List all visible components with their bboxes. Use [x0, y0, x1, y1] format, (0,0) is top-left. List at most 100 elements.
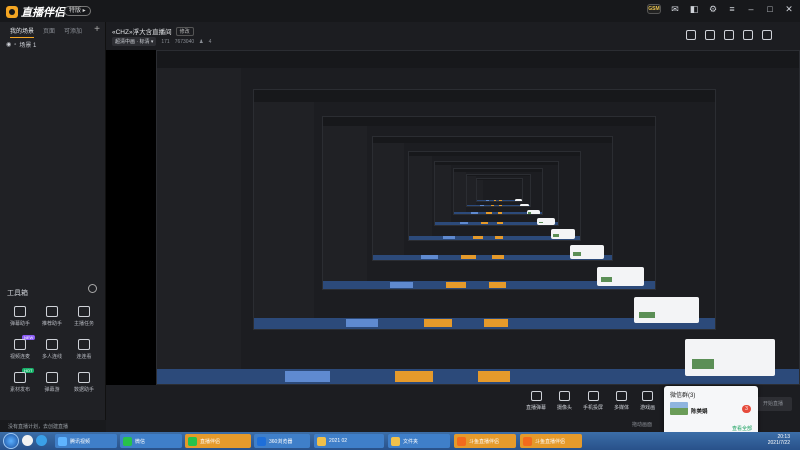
add-scene-icon[interactable]: +	[94, 24, 100, 35]
scene-item[interactable]: ◉ ▫ 场景 1	[6, 40, 36, 50]
toolbox-settings-icon[interactable]	[88, 284, 97, 293]
action-camera[interactable]: 摄像头	[557, 391, 572, 411]
browser-icon[interactable]	[22, 435, 33, 446]
lock-icon[interactable]	[705, 30, 715, 40]
home-icon[interactable]	[743, 30, 753, 40]
mirrored-scene-panel	[323, 125, 367, 283]
live-companion-icon	[188, 436, 197, 446]
task-live-companion[interactable]: 直播伴侣	[185, 434, 251, 448]
action-label: 多媒体	[614, 405, 630, 411]
live-actions: 直播弹幕 摄像头 手机投屏 多媒体 游戏画	[526, 391, 655, 411]
tool-task[interactable]: 主播任务	[68, 306, 100, 327]
tool-recommend[interactable]: 推荐助手	[36, 306, 68, 327]
tab-pages[interactable]: 页面	[43, 26, 55, 38]
share-icon[interactable]	[762, 30, 772, 40]
task-wechat[interactable]: 微信	[120, 434, 182, 448]
mirrored-task	[461, 255, 476, 260]
mirrored-notification	[551, 229, 576, 239]
view-all-link[interactable]: 查看全部	[732, 425, 752, 432]
task-label: 腾讯视频	[70, 438, 91, 445]
tool-barrage[interactable]: 弹幕助手	[4, 306, 36, 327]
live-plan-hint[interactable]: 没有直播计划，去创建直播	[0, 420, 106, 432]
folder-icon	[317, 436, 326, 446]
task-tencent-video[interactable]: 腾讯视频	[55, 434, 117, 448]
tool-barrage-game[interactable]: 弹幕游	[36, 372, 68, 393]
tab-my-scenes[interactable]: 我的场景	[10, 26, 35, 38]
action-phone-cast[interactable]: 手机投屏	[583, 391, 603, 411]
tool-label: 弹幕游	[44, 387, 60, 393]
mirrored-notification	[633, 296, 699, 324]
tool-label: 主播任务	[73, 321, 94, 327]
mirrored-task	[345, 319, 379, 328]
mirrored-task	[490, 205, 495, 207]
quality-select[interactable]: 超清中画 · 标清 ▾	[112, 37, 157, 46]
viewer-icon: ♟	[199, 38, 204, 45]
eye-icon[interactable]: ◉	[6, 41, 11, 48]
header-actions	[686, 30, 772, 40]
clock-date: 2021/7/22	[767, 440, 790, 446]
tool-video-link[interactable]: NEW 视频连麦	[4, 335, 36, 360]
barrage-icon	[530, 391, 542, 401]
system-clock[interactable]: 20:13 2021/7/22	[768, 434, 790, 446]
skin-icon[interactable]: ◧	[689, 4, 699, 14]
record-icon[interactable]	[724, 30, 734, 40]
mirrored-task	[478, 371, 511, 382]
mirrored-scene-panel	[253, 101, 314, 319]
app-logo: 直播伴侣	[6, 4, 65, 20]
mirrored-scene-panel	[435, 165, 452, 224]
close-icon[interactable]: ✕	[784, 4, 794, 14]
tool-label: 素材发布	[9, 387, 30, 393]
mirrored-window	[476, 177, 523, 202]
mirrored-notification	[520, 203, 530, 207]
mail-icon[interactable]: ✉	[670, 4, 680, 14]
action-game[interactable]: 游戏画	[640, 391, 655, 411]
upload-icon	[14, 372, 26, 383]
maximize-icon[interactable]: □	[765, 4, 775, 14]
drag-hint: 拖动画面	[632, 422, 653, 428]
minimize-icon[interactable]: –	[746, 4, 756, 14]
settings-icon[interactable]: ⚙	[708, 4, 718, 14]
qq-icon[interactable]	[36, 435, 47, 446]
task-label: 360浏览器	[269, 438, 293, 445]
task-douyu-2[interactable]: 斗鱼直播伴侣	[520, 434, 582, 448]
mirrored-task	[492, 255, 505, 260]
tool-pk[interactable]: 连连看	[68, 339, 100, 360]
tab-addable[interactable]: 可添加	[64, 26, 82, 38]
room-title-text: «CHZ»浮大含直播间	[112, 29, 172, 36]
lock-icon[interactable]: ▫	[14, 42, 16, 48]
wechat-notification[interactable]: 微信群(3) 陈美娟 3 查看全部	[664, 386, 758, 436]
task-browser[interactable]: 360浏览器	[254, 434, 310, 448]
edit-title-button[interactable]: 修改	[175, 26, 194, 36]
action-label: 直播弹幕	[526, 405, 547, 411]
phone-icon	[587, 391, 599, 401]
action-media[interactable]: 多媒体	[614, 391, 629, 411]
mirrored-task	[480, 222, 488, 225]
menu-icon[interactable]: ≡	[727, 4, 737, 14]
start-live-button[interactable]: 开始直播	[754, 397, 792, 411]
task-label: 文件夹	[403, 438, 419, 445]
mirrored-notification	[596, 266, 644, 286]
user-avatar[interactable]: GSM	[647, 4, 661, 14]
mirrored-task	[285, 371, 331, 382]
stream-preview[interactable]	[106, 50, 800, 385]
task-folder[interactable]: 文件夹	[388, 434, 450, 448]
mirrored-task	[445, 282, 466, 288]
version-badge[interactable]: 特版 ▸	[64, 6, 91, 16]
mirrored-scene-panel	[477, 179, 484, 201]
task-folder-2021[interactable]: 2021 02	[314, 434, 384, 448]
mirrored-task	[389, 282, 413, 288]
follower-count: 7673040	[174, 38, 195, 45]
fullscreen-icon[interactable]	[686, 30, 696, 40]
start-menu-icon[interactable]	[3, 433, 19, 449]
tool-data[interactable]: 数据助手	[68, 372, 100, 393]
barrage-icon	[14, 306, 26, 317]
tool-material[interactable]: HOT 素材发布	[4, 368, 36, 393]
tool-multi-link[interactable]: 多人连线	[36, 339, 68, 360]
task-douyu-1[interactable]: 斗鱼直播伴侣	[454, 434, 516, 448]
task-label: 直播伴侣	[200, 438, 221, 445]
mirrored-title-bar	[373, 137, 612, 144]
action-barrage[interactable]: 直播弹幕	[526, 391, 546, 411]
mirrored-title-bar	[323, 117, 655, 126]
mirrored-notification	[527, 209, 541, 215]
action-label: 手机投屏	[583, 405, 604, 411]
